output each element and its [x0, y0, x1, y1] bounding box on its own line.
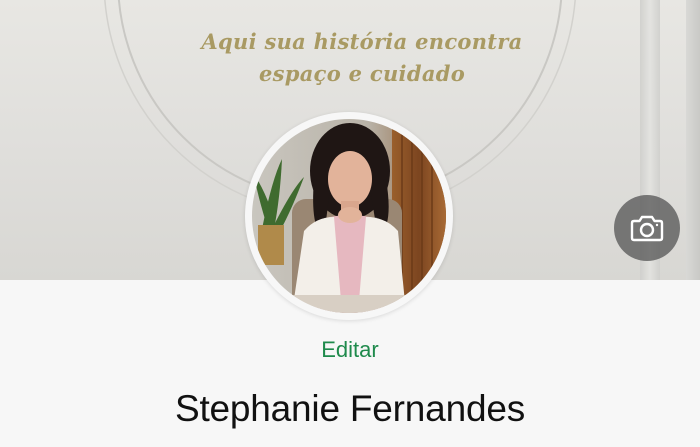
cover-wall-edge [686, 0, 700, 280]
change-cover-camera-button[interactable] [614, 195, 680, 261]
edit-profile-photo-link[interactable]: Editar [250, 337, 450, 363]
profile-name: Stephanie Fernandes [174, 388, 525, 429]
profile-avatar[interactable] [252, 119, 446, 313]
camera-icon [630, 215, 664, 242]
cover-tagline-line2: espaço e cuidado [258, 61, 466, 86]
profile-photo [252, 119, 446, 313]
cover-tagline: Aqui sua história encontra espaço e cuid… [130, 26, 594, 90]
cover-tagline-line1: Aqui sua história encontra [201, 29, 523, 54]
